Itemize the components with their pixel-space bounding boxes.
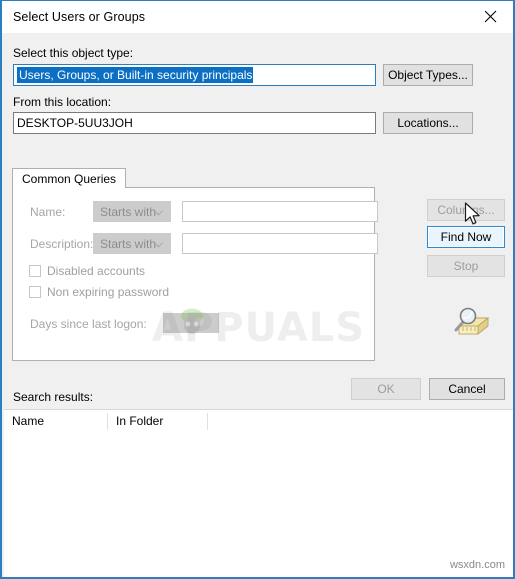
name-operator-value: Starts with — [100, 204, 157, 219]
column-divider[interactable] — [207, 413, 208, 430]
column-header-in-folder[interactable]: In Folder — [108, 410, 207, 432]
object-type-input[interactable]: Users, Groups, or Built-in security prin… — [13, 64, 376, 86]
disabled-accounts-label: Disabled accounts — [47, 264, 146, 278]
object-type-label: Select this object type: — [13, 46, 134, 60]
tab-common-queries-label: Common Queries — [22, 171, 117, 186]
tab-strip: Common Queries — [12, 168, 375, 188]
column-header-in-folder-label: In Folder — [116, 414, 164, 428]
stop-button[interactable]: Stop — [427, 255, 505, 277]
chevron-down-icon — [154, 205, 163, 219]
location-value: DESKTOP-5UU3JOH — [17, 116, 133, 130]
ok-button[interactable]: OK — [351, 378, 421, 400]
search-results-body[interactable] — [4, 432, 513, 577]
disabled-accounts-checkbox[interactable]: Disabled accounts — [29, 264, 145, 278]
object-types-button[interactable]: Object Types... — [383, 64, 473, 86]
tab-common-queries[interactable]: Common Queries — [12, 168, 127, 188]
find-now-button-label: Find Now — [440, 230, 492, 244]
object-types-button-label: Object Types... — [388, 68, 468, 82]
search-results-header: Name In Folder — [4, 410, 513, 433]
dialog-body: Select this object type: Users, Groups, … — [2, 33, 513, 577]
description-operator-select[interactable]: Starts with — [93, 233, 171, 254]
column-header-name[interactable]: Name — [4, 410, 107, 432]
checkbox-box — [29, 265, 41, 277]
days-since-last-logon-select[interactable] — [163, 313, 219, 333]
non-expiring-password-checkbox[interactable]: Non expiring password — [29, 285, 169, 299]
name-filter-label: Name: — [30, 205, 66, 219]
find-now-button[interactable]: Find Now — [427, 226, 505, 248]
days-since-last-logon-label: Days since last logon: — [30, 317, 147, 331]
ok-button-label: OK — [377, 382, 395, 396]
locations-button[interactable]: Locations... — [383, 112, 473, 134]
columns-button-label: Columns... — [437, 203, 495, 217]
close-icon[interactable] — [468, 1, 513, 32]
search-folder-icon — [450, 304, 490, 343]
cancel-button[interactable]: Cancel — [429, 378, 505, 400]
non-expiring-password-label: Non expiring password — [47, 285, 170, 299]
checkbox-box — [29, 286, 41, 298]
title-bar[interactable]: Select Users or Groups — [2, 1, 513, 33]
location-label: From this location: — [13, 95, 112, 109]
name-filter-input[interactable] — [182, 201, 378, 222]
cancel-button-label: Cancel — [448, 382, 486, 396]
name-operator-select[interactable]: Starts with — [93, 201, 171, 222]
column-header-name-label: Name — [12, 414, 45, 428]
location-input[interactable]: DESKTOP-5UU3JOH — [13, 112, 376, 134]
description-filter-input[interactable] — [182, 233, 378, 254]
stop-button-label: Stop — [453, 259, 479, 273]
chevron-down-icon — [154, 237, 163, 251]
search-results-list[interactable]: Name In Folder — [4, 409, 513, 577]
search-results-label: Search results: — [13, 390, 94, 404]
description-operator-value: Starts with — [100, 236, 157, 251]
screenshot-root: Select Users or Groups Select this objec… — [0, 0, 515, 579]
select-users-or-groups-dialog: Select Users or Groups Select this objec… — [0, 0, 515, 579]
locations-button-label: Locations... — [397, 116, 459, 130]
description-filter-label: Description: — [30, 237, 94, 251]
columns-button[interactable]: Columns... — [427, 199, 505, 221]
page-title: Select Users or Groups — [13, 10, 146, 24]
object-type-value: Users, Groups, or Built-in security prin… — [17, 67, 254, 83]
